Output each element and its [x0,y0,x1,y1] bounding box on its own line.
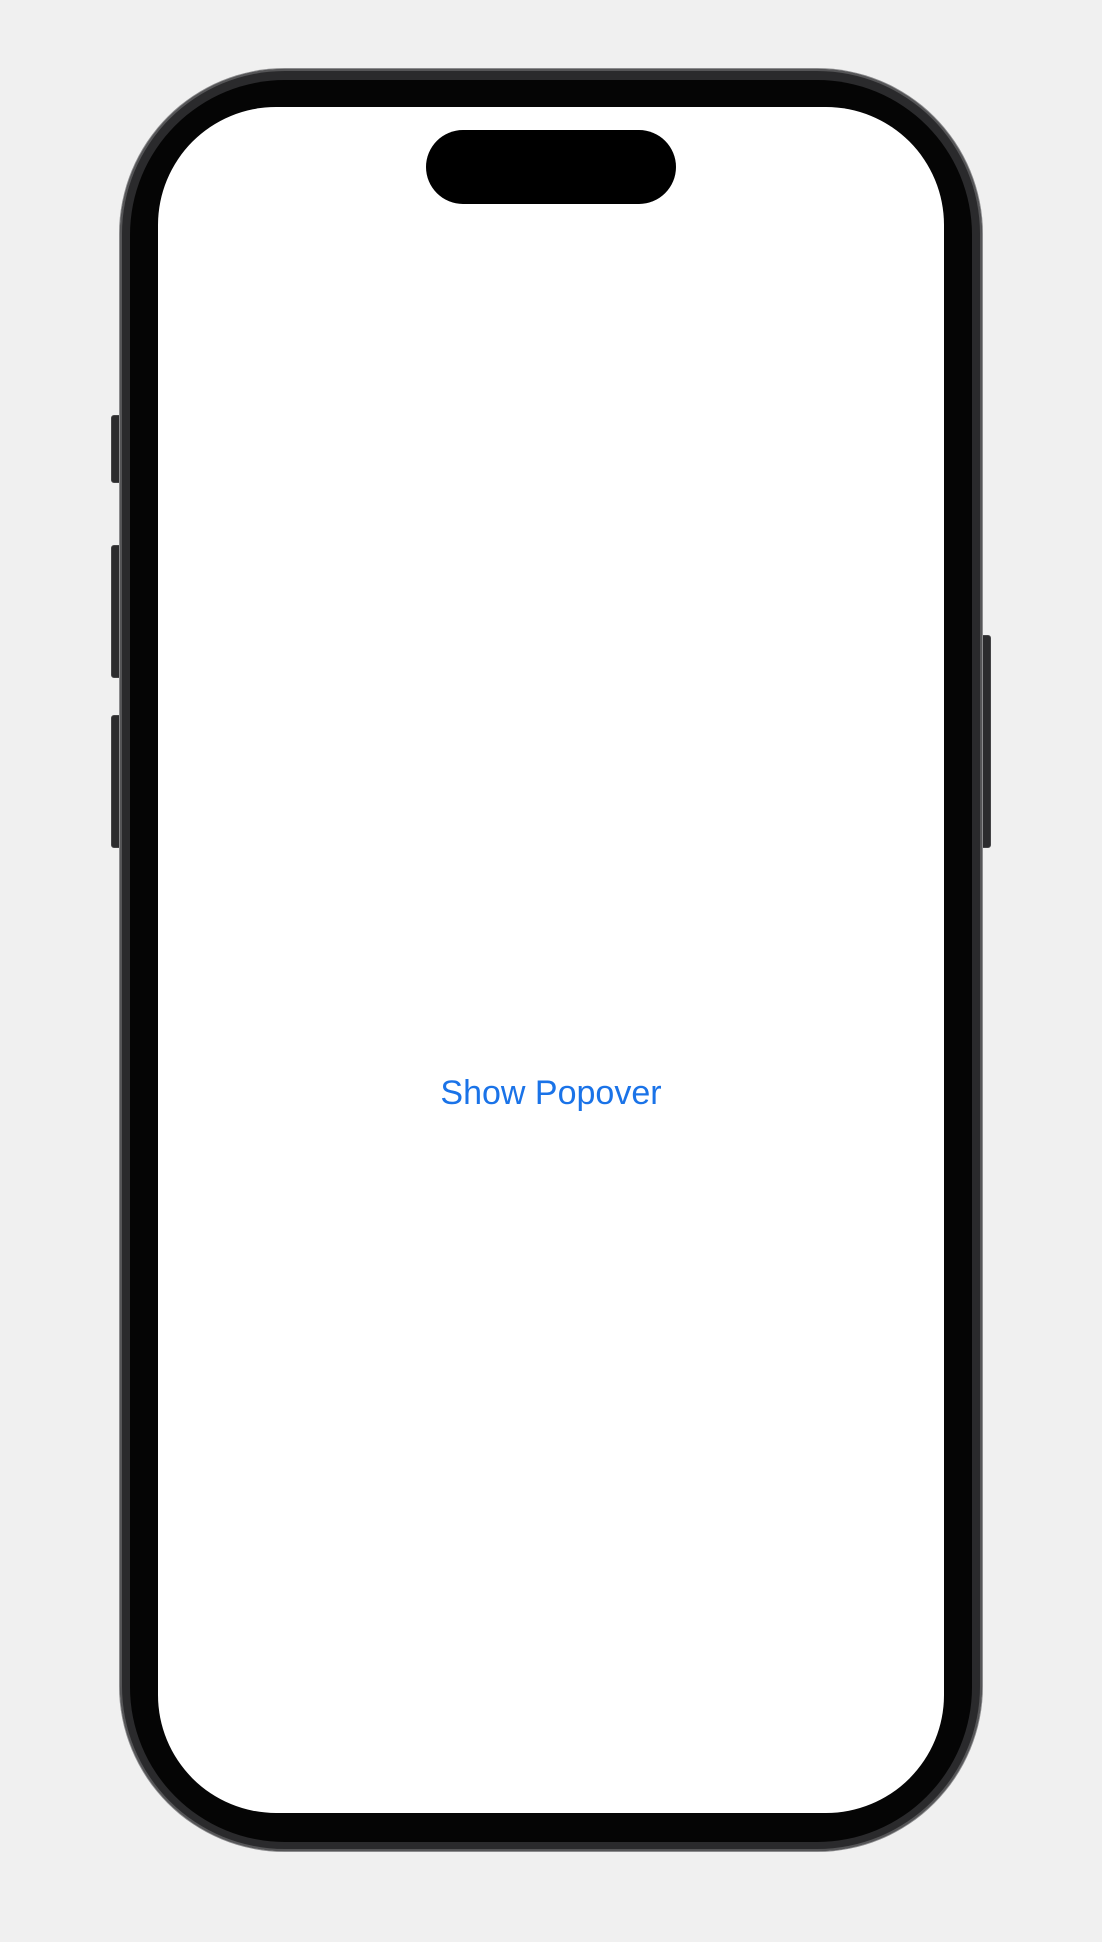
dynamic-island [426,130,676,204]
phone-screen: Show Popover [158,107,944,1813]
show-popover-button[interactable]: Show Popover [158,1051,944,1135]
power-button[interactable] [981,635,991,848]
